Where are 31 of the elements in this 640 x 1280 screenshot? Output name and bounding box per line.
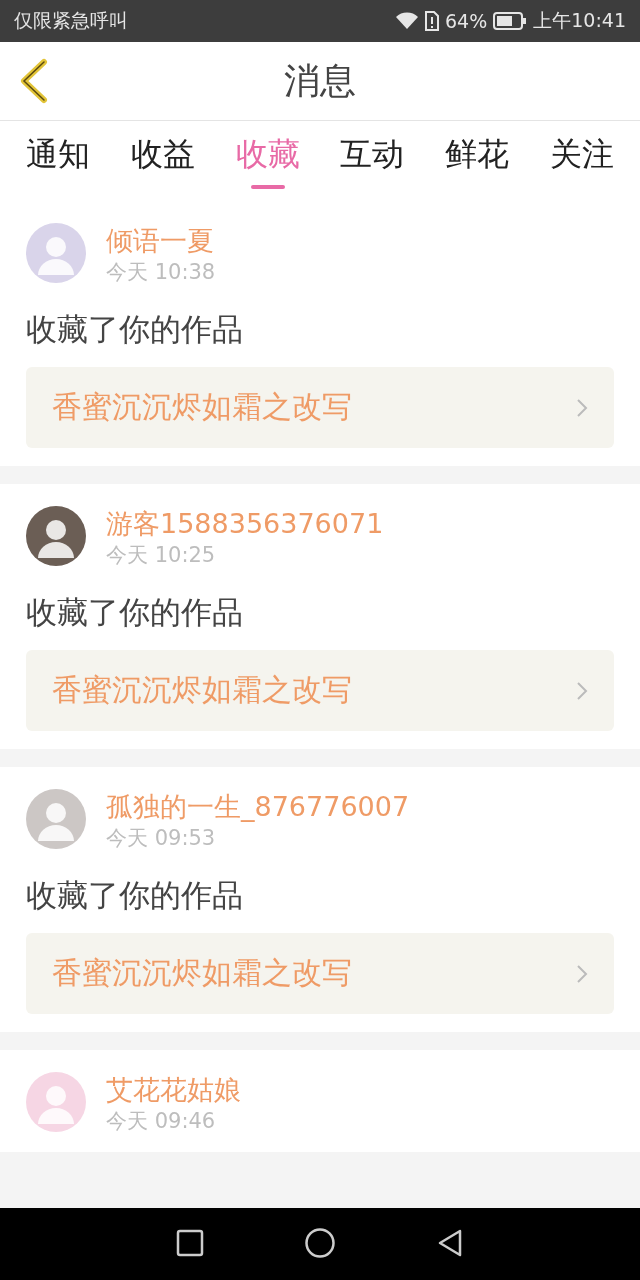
- wifi-icon: [395, 12, 419, 30]
- message-text: 收藏了你的作品: [26, 876, 244, 915]
- status-notice: 仅限紧急呼叫: [14, 8, 128, 33]
- message-time: 今天 10:25: [106, 542, 217, 568]
- tab[interactable]: 收藏: [231, 121, 304, 201]
- user-name[interactable]: 艾花花姑娘: [106, 1072, 241, 1108]
- message-time: 今天 09:53: [106, 825, 217, 851]
- chevron-right-icon: [576, 397, 588, 418]
- clock: 上午10:41: [533, 8, 626, 33]
- work-link[interactable]: 香蜜沉沉烬如霜之改写: [26, 367, 614, 448]
- battery-percent: 64%: [445, 10, 488, 32]
- page-title: 消息: [284, 58, 356, 103]
- work-link[interactable]: 香蜜沉沉烬如霜之改写: [26, 933, 614, 1014]
- sim-alert-icon: [425, 11, 439, 31]
- message-text: 收藏了你的作品: [26, 593, 244, 632]
- message-text: 收藏了你的作品: [26, 310, 244, 349]
- tab[interactable]: 通知: [22, 121, 94, 201]
- chevron-right-icon: [576, 680, 588, 701]
- user-name[interactable]: 游客1588356376071: [106, 506, 384, 542]
- battery-icon: [493, 12, 528, 30]
- tab[interactable]: 收益: [126, 121, 199, 201]
- avatar-icon[interactable]: [26, 506, 86, 566]
- tab[interactable]: 鲜花: [441, 121, 514, 201]
- chevron-right-icon: [576, 963, 588, 984]
- tab[interactable]: 关注: [546, 121, 618, 201]
- user-name[interactable]: 倾语一夏: [106, 223, 216, 259]
- tab[interactable]: 互动: [336, 121, 409, 201]
- message-time: 今天 09:46: [106, 1108, 217, 1134]
- user-name[interactable]: 孤独的一生_876776007: [106, 789, 410, 825]
- message-time: 今天 10:38: [106, 259, 216, 285]
- work-link[interactable]: 香蜜沉沉烬如霜之改写: [26, 650, 614, 731]
